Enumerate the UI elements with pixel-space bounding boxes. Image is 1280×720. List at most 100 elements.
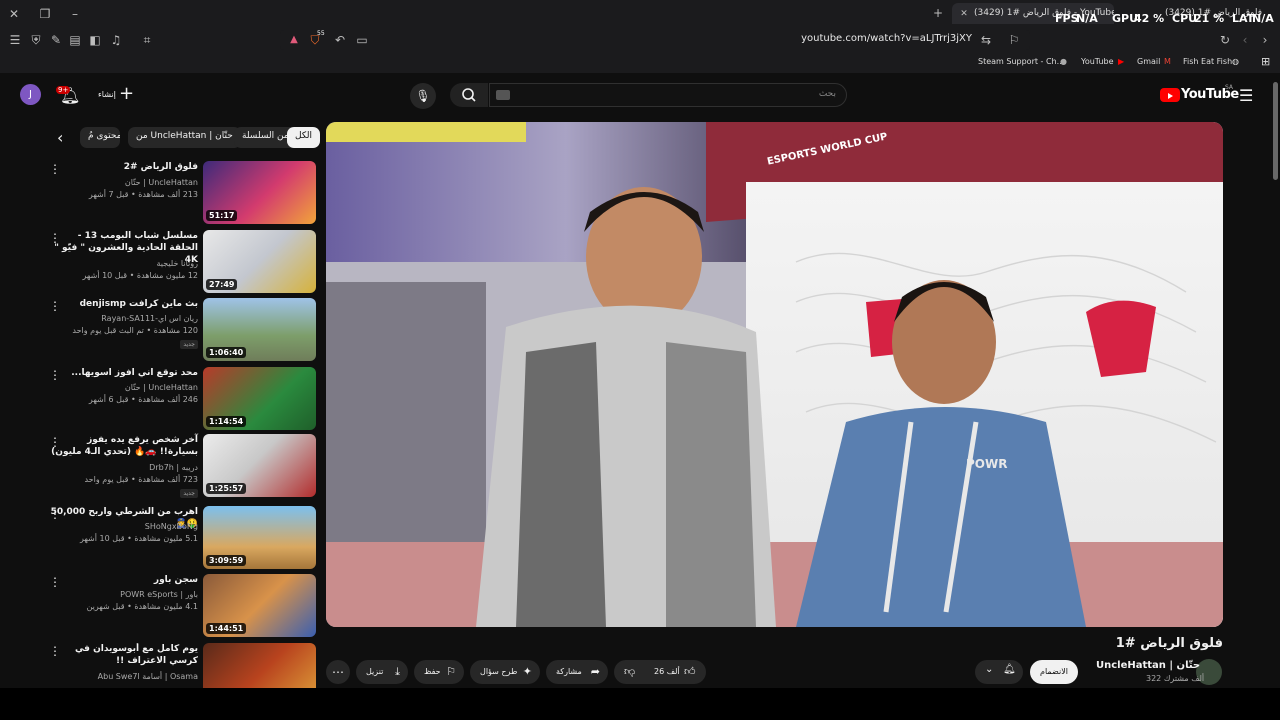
plus-icon[interactable]: + [119,84,134,104]
window-icon[interactable]: ▤ [67,32,83,48]
thumbnail[interactable]: 3:09:59 [203,506,316,569]
bookmark-icon[interactable]: ⚐ [1006,32,1022,48]
chips-prev-icon[interactable]: ‹ [57,128,63,147]
join-label: الانضمام [1040,667,1068,676]
download-icon: ⤓ [395,665,400,678]
thumbnail[interactable]: 51:17 [203,161,316,224]
avatar[interactable]: J [20,84,41,105]
new-tab-icon[interactable]: + [930,5,946,21]
thumbnail[interactable]: 1:06:40 [203,298,316,361]
restore-window-icon[interactable]: ❐ [37,6,53,22]
list-item[interactable]: ⋮ 1:25:57 آخر شخص يرفع يده يفوز بسيارة!!… [40,434,320,498]
channel-name[interactable]: باور | POWR eSports [48,590,198,599]
thumbnail[interactable]: 27:49 [203,230,316,293]
list-item[interactable]: ⋮ 51:17 فلوق الرياض #2 UncleHattan | حتّ… [40,161,320,225]
cast-icon[interactable]: ▭ [354,32,370,48]
tab-strip: ✕ ❐ – + ✕ (3429) فلوق الرياض #1 - YouTub… [0,0,1280,27]
new-badge: جديد [180,489,198,498]
ask-label: طرح سؤال [480,667,518,676]
chip-label: محتوى مُ [88,131,120,141]
screenshot-icon[interactable]: ⌗ [139,32,155,48]
channel-name[interactable]: دريبه | Drb7h [48,463,198,472]
channel-name[interactable]: UncleHattan | حتّان [48,383,198,392]
list-item[interactable]: ⋮ 1:06:40 بث ماين كرافت denjismp ريان اس… [40,298,320,362]
channel-name[interactable]: UncleHattan | حتّان [48,178,198,187]
aria-icon[interactable]: ▲ [286,32,302,48]
apps-icon[interactable]: ⊞ [1261,55,1270,68]
menu-icon[interactable]: ☰ [7,32,23,48]
search-input[interactable]: بحث [489,83,847,107]
minimize-window-icon[interactable]: – [67,6,83,22]
subscriber-count: 322 ألف مشترك [1146,674,1205,683]
keyboard-icon[interactable] [496,90,510,100]
chip-all[interactable]: الكل [287,127,321,148]
thumbnail[interactable]: 1:44:51 [203,574,316,637]
forward-icon[interactable]: › [1257,32,1273,48]
site-settings-icon[interactable]: ⇆ [978,32,994,48]
channel-name[interactable]: UncleHattan | حتّان [1096,660,1200,671]
thumbnail[interactable]: 1:25:57 [203,434,316,497]
channel-name[interactable]: روتانا خليجية [48,259,198,268]
fps-value: N/A [1076,12,1098,25]
list-item[interactable]: ⋮ يوم كامل مع أبوسويدان في كرسي الاعتراف… [40,643,320,688]
bookmark-youtube[interactable]: YouTube [1081,57,1114,66]
more-actions-icon[interactable]: ⋯ [326,660,350,684]
reload-icon[interactable]: ↻ [1217,32,1233,48]
thumbnail[interactable]: 1:14:54 [203,367,316,430]
chip-more[interactable]: محتوى مُ [80,127,120,148]
ask-button[interactable]: طرح سؤال ✦ [470,660,540,684]
thumbnail[interactable] [203,643,316,688]
video-title[interactable]: فلوق الرياض #2 [48,161,198,173]
video-title[interactable]: بث ماين كرافت denjismp [48,298,198,310]
duration: 1:44:51 [206,623,247,634]
shield-count: 55 [317,30,325,37]
sidebar-icon[interactable]: ◧ [87,32,103,48]
save-button[interactable]: حفظ ⚐ [414,660,464,684]
bell-icon: 🔔︎ [1003,664,1016,675]
address-bar[interactable]: ▲ ⛉ 55 ↶ ▭ youtube.com/watch?v=aLJTrrj3j… [280,30,1030,50]
channel-name[interactable]: ريان اس اي-Rayan-SA111 [48,314,198,323]
video-title[interactable]: آخر شخص يرفع يده يفوز بسيارة!! 🚗🔥 (تحدي … [48,434,198,458]
mic-icon[interactable]: 🎙︎ [410,83,436,109]
video-meta: 213 ألف مشاهدة • قبل 7 أشهر [88,190,198,199]
scrollbar-thumb[interactable] [1273,82,1278,180]
tab-close-icon[interactable]: ✕ [956,6,972,22]
video-meta: 5.1 مليون مشاهدة • قبل 10 أشهر [79,534,198,543]
subscribed-button[interactable]: ⌄ 🔔︎ [975,660,1023,684]
download-label: تنزيل [366,667,384,676]
like-icon[interactable]: 👍︎ [684,665,696,678]
video-player[interactable]: ESPORTS WORLD CUP POWR [326,122,1223,627]
duration: 1:06:40 [206,347,247,358]
bookmark-steam[interactable]: Steam Support - Ch... [978,57,1064,66]
chip-channel[interactable]: من UncleHattan | حتّان [128,127,241,148]
video-title[interactable]: محد توقع اني افوز اسويها... [48,367,198,379]
list-item[interactable]: ⋮ 27:49 مسلسل شباب البومب 13 - الحلقة ال… [40,230,320,294]
share-button[interactable]: مشاركة ➦ [546,660,608,684]
music-icon[interactable]: ♫ [108,32,124,48]
search-button[interactable] [450,83,488,107]
video-meta: 12 مليون مشاهدة • قبل 10 أشهر [82,271,198,280]
guide-menu-icon[interactable]: ☰ [1239,86,1253,105]
bookmark-fish[interactable]: Fish Eat Fish [1183,57,1232,66]
close-window-icon[interactable]: ✕ [6,6,22,22]
list-item[interactable]: ⋮ 3:09:59 اهرب من الشرطي واربح 50,000 🤑👮… [40,506,320,570]
download-button[interactable]: تنزيل ⤓ [356,660,408,684]
list-item[interactable]: ⋮ 1:14:54 محد توقع اني افوز اسويها... Un… [40,367,320,431]
back-icon[interactable]: ‹ [1237,32,1253,48]
list-item[interactable]: ⋮ 1:44:51 سجن باور باور | POWR eSports 4… [40,574,320,638]
video-title[interactable]: يوم كامل مع أبوسويدان في كرسي الاعتراف !… [48,643,198,667]
join-button[interactable]: الانضمام [1030,660,1078,684]
dislike-icon[interactable]: 👎︎ [624,665,635,678]
video-meta: 120 مشاهدة • تم البث قبل يوم واحد [72,326,198,335]
channel-name[interactable]: SHoNgxBoNg [48,522,198,531]
duration: 1:14:54 [206,416,247,427]
pen-icon[interactable]: ✎ [48,32,64,48]
create-label[interactable]: إنشاء [98,90,116,99]
duration: 27:49 [206,279,238,290]
video-title[interactable]: سجن باور [48,574,198,586]
region-code: SA [1225,84,1234,91]
channel-name[interactable]: Osama | أسامة Abu Swe7l [48,672,198,681]
shield-icon[interactable]: ⛨ [28,32,44,48]
bookmark-gmail[interactable]: Gmail [1137,57,1160,66]
undo-icon[interactable]: ↶ [332,32,348,48]
